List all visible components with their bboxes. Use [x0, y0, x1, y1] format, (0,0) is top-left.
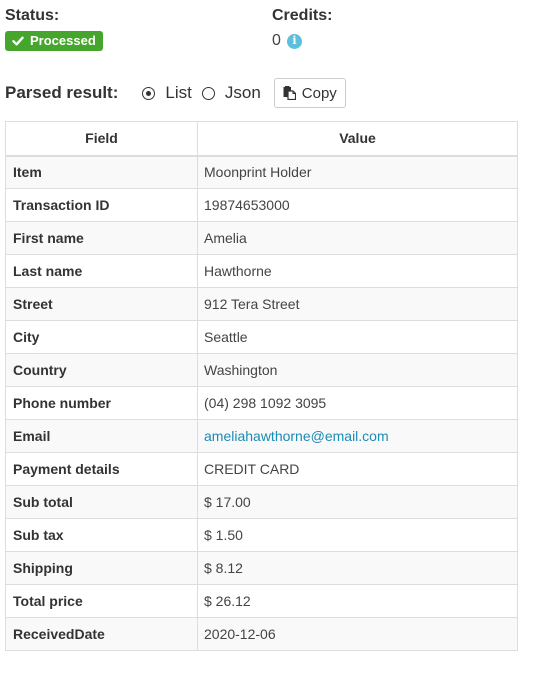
value-cell: Hawthorne	[197, 254, 518, 288]
status-section: Status: Processed	[5, 6, 103, 52]
table-row: Item Moonprint Holder	[5, 155, 518, 189]
field-cell: ReceivedDate	[5, 617, 198, 651]
radio-json-label: Json	[224, 83, 261, 102]
parsed-result-label: Parsed result:	[5, 83, 119, 102]
copy-button[interactable]: Copy	[273, 78, 346, 108]
table-row: Sub total $ 17.00	[5, 485, 518, 519]
table-row: City Seattle	[5, 320, 518, 354]
value-cell: $ 17.00	[197, 485, 518, 519]
value-cell: ameliahawthorne@email.com	[197, 419, 518, 453]
field-cell: Phone number	[5, 386, 198, 420]
table-row: Last name Hawthorne	[5, 254, 518, 288]
table-row: Country Washington	[5, 353, 518, 387]
field-cell: Transaction ID	[5, 188, 198, 222]
field-cell: City	[5, 320, 198, 354]
copy-button-label: Copy	[301, 84, 337, 102]
column-header-value: Value	[197, 121, 518, 157]
field-cell: Sub total	[5, 485, 198, 519]
field-cell: Email	[5, 419, 198, 453]
table-row: Transaction ID 19874653000	[5, 188, 518, 222]
value-cell: CREDIT CARD	[197, 452, 518, 486]
field-cell: Shipping	[5, 551, 198, 585]
table-row: Email ameliahawthorne@email.com	[5, 419, 518, 453]
field-cell: Country	[5, 353, 198, 387]
value-cell: $ 26.12	[197, 584, 518, 618]
status-badge-text: Processed	[30, 33, 96, 48]
status-label: Status:	[5, 7, 60, 24]
table-header-row: Field Value	[5, 121, 518, 157]
table-row: Sub tax $ 1.50	[5, 518, 518, 552]
radio-list-label: List	[165, 83, 192, 102]
table-row: Street 912 Tera Street	[5, 287, 518, 321]
table-row: Total price $ 26.12	[5, 584, 518, 618]
radio-json[interactable]: Json	[201, 83, 261, 103]
value-cell: (04) 298 1092 3095	[197, 386, 518, 420]
table-row: Payment details CREDIT CARD	[5, 452, 518, 486]
table-row: Phone number (04) 298 1092 3095	[5, 386, 518, 420]
radio-list-indicator[interactable]	[142, 86, 156, 100]
field-cell: Item	[5, 155, 198, 189]
table-row: Shipping $ 8.12	[5, 551, 518, 585]
radio-json-indicator[interactable]	[201, 86, 215, 100]
value-cell: Amelia	[197, 221, 518, 255]
parsed-result-bar: Parsed result: List Json Copy	[5, 77, 346, 109]
credits-value: 0	[272, 32, 281, 49]
column-header-field: Field	[5, 121, 198, 157]
email-link[interactable]: ameliahawthorne@email.com	[204, 428, 389, 444]
field-cell: Total price	[5, 584, 198, 618]
value-cell: Washington	[197, 353, 518, 387]
value-cell: Moonprint Holder	[197, 155, 518, 189]
check-icon	[12, 36, 24, 46]
value-cell: $ 8.12	[197, 551, 518, 585]
field-cell: Street	[5, 287, 198, 321]
value-cell: Seattle	[197, 320, 518, 354]
value-cell: 19874653000	[197, 188, 518, 222]
table-row: ReceivedDate 2020-12-06	[5, 617, 518, 651]
value-cell: 2020-12-06	[197, 617, 518, 651]
info-icon[interactable]: i	[286, 33, 302, 49]
parsed-result-table: Field Value Item Moonprint Holder Transact…	[5, 121, 518, 651]
field-cell: Payment details	[5, 452, 198, 486]
field-cell: First name	[5, 221, 198, 255]
table-row: First name Amelia	[5, 221, 518, 255]
clipboard-icon	[283, 86, 296, 100]
value-cell: $ 1.50	[197, 518, 518, 552]
credits-label: Credits:	[272, 7, 333, 24]
credits-section: Credits: 0 i	[272, 6, 332, 51]
value-cell: 912 Tera Street	[197, 287, 518, 321]
status-badge: Processed	[5, 31, 103, 51]
field-cell: Sub tax	[5, 518, 198, 552]
radio-list[interactable]: List	[142, 83, 192, 103]
field-cell: Last name	[5, 254, 198, 288]
